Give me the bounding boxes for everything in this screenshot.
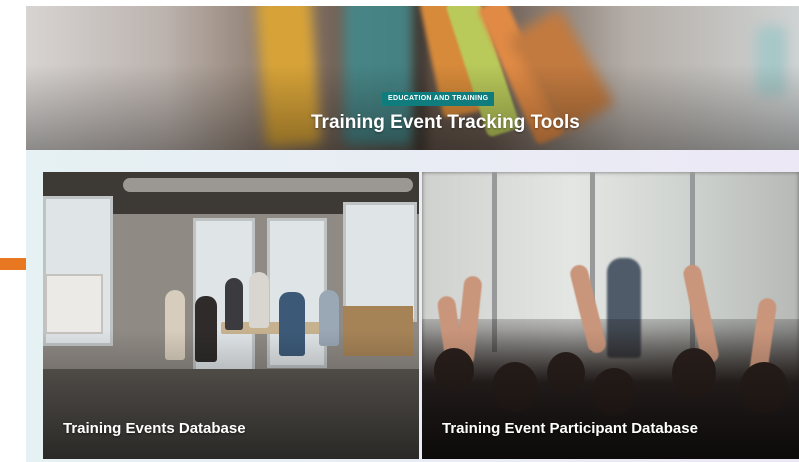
- hero-banner: EDUCATION AND TRAINING Training Event Tr…: [26, 6, 799, 151]
- card-label: Training Events Database: [63, 420, 246, 437]
- training-event-participant-database-card[interactable]: Training Event Participant Database: [422, 172, 799, 459]
- page-title: Training Event Tracking Tools: [311, 112, 580, 133]
- category-tag: EDUCATION AND TRAINING: [382, 92, 495, 106]
- card-shade: [422, 172, 799, 459]
- card-label: Training Event Participant Database: [442, 420, 698, 437]
- training-events-database-card[interactable]: Training Events Database: [43, 172, 419, 459]
- card-shade: [43, 172, 419, 459]
